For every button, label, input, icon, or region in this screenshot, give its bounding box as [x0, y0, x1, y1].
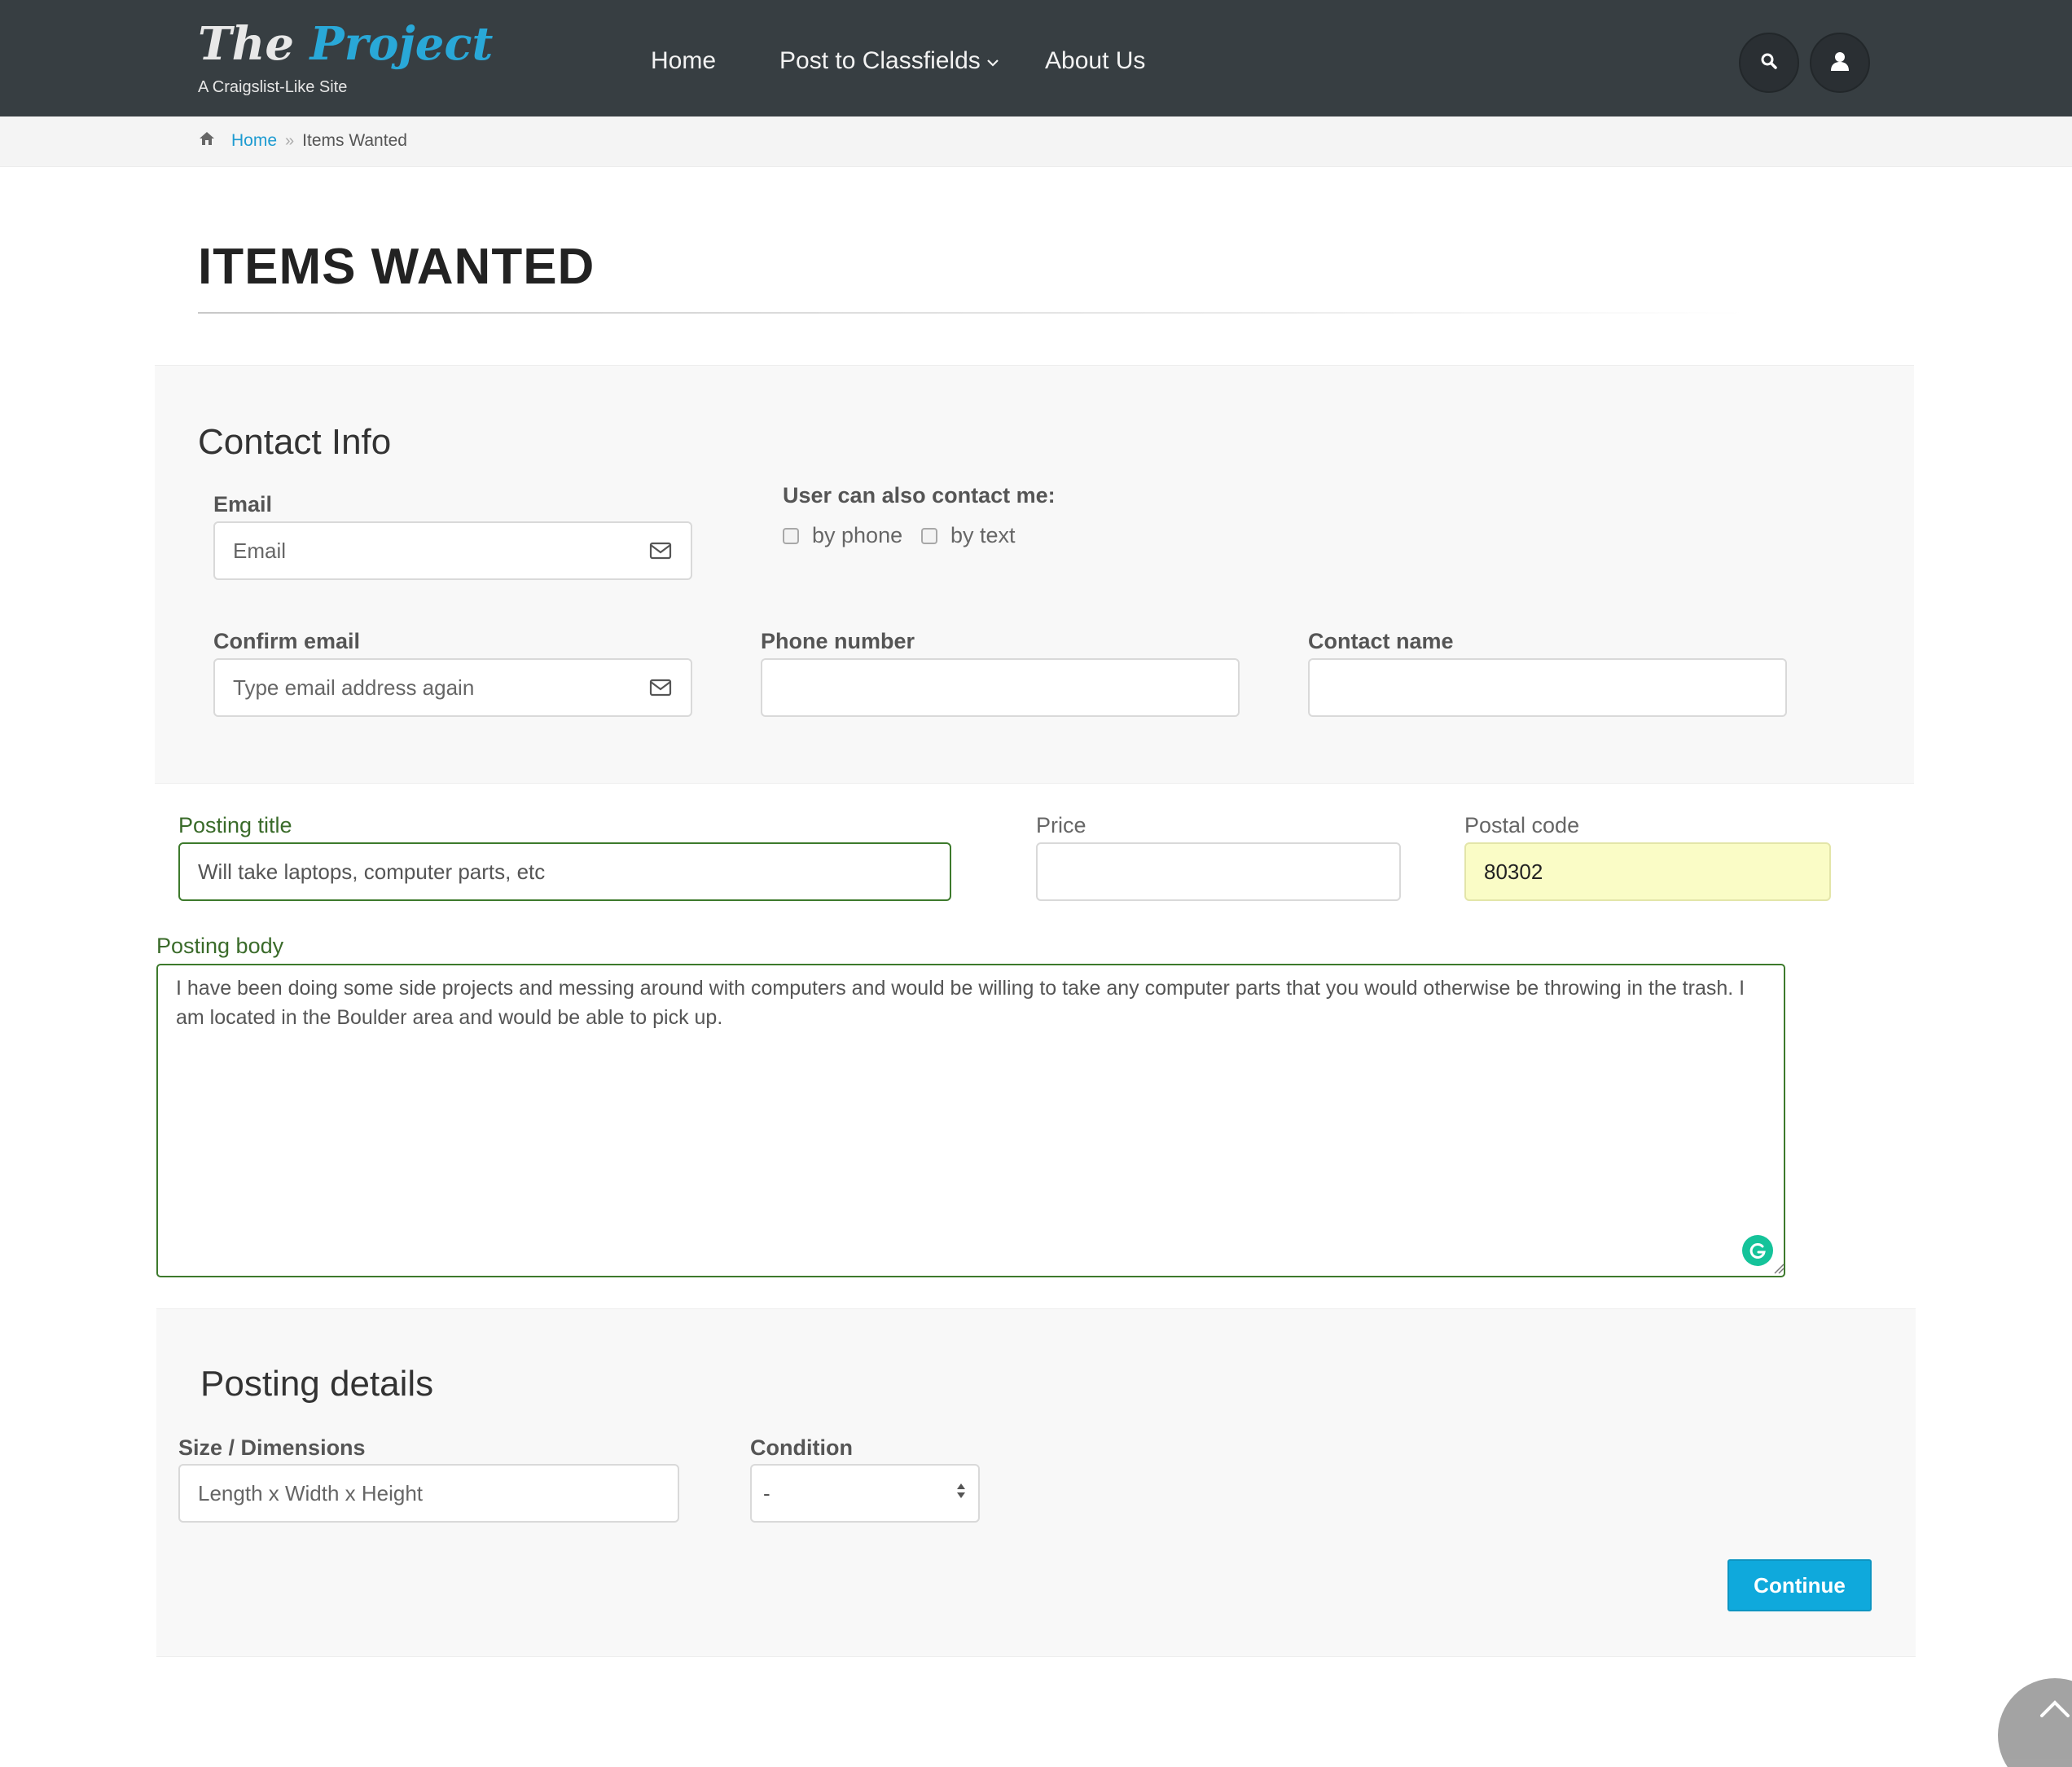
- by-phone-checkbox[interactable]: [783, 527, 799, 544]
- condition-label: Condition: [750, 1435, 853, 1460]
- site-logo[interactable]: The Project A Craigslist-Like Site: [198, 18, 493, 97]
- posting-title-field[interactable]: Will take laptops, computer parts, etc: [178, 842, 951, 901]
- price-label: Price: [1036, 813, 1086, 837]
- size-dimensions-field[interactable]: Length x Width x Height: [178, 1464, 679, 1523]
- breadcrumb-current: Items Wanted: [302, 131, 407, 150]
- logo-title: The Project: [198, 18, 493, 70]
- contact-info-title: Contact Info: [198, 422, 392, 462]
- chevron-down-icon: [987, 42, 999, 82]
- posting-title-label: Posting title: [178, 813, 292, 837]
- email-field[interactable]: Email: [213, 521, 692, 580]
- search-icon: [1760, 52, 1778, 74]
- user-button[interactable]: [1810, 33, 1870, 93]
- confirm-email-label: Confirm email: [213, 629, 361, 653]
- by-phone-label: by phone: [812, 523, 903, 547]
- contact-name-field[interactable]: [1308, 658, 1787, 717]
- title-divider: [198, 312, 1745, 314]
- condition-selected-value: -: [763, 1480, 770, 1505]
- envelope-icon: [648, 678, 673, 697]
- resize-handle-icon[interactable]: [1773, 1263, 1784, 1278]
- breadcrumb-separator-icon: »: [285, 132, 295, 150]
- by-text-label: by text: [950, 523, 1016, 547]
- site-tagline: A Craigslist-Like Site: [198, 78, 348, 96]
- nav-post-to-classfields[interactable]: Post to Classfields: [779, 41, 999, 82]
- breadcrumb: Home » Items Wanted: [0, 116, 2072, 167]
- page-title: ITEMS WANTED: [198, 239, 595, 295]
- nav-post-label: Post to Classfields: [779, 47, 981, 74]
- posting-title-value: Will take laptops, computer parts, etc: [198, 859, 546, 884]
- nav-home[interactable]: Home: [651, 41, 716, 81]
- envelope-icon: [648, 541, 673, 560]
- postal-code-value: 80302: [1484, 859, 1543, 884]
- posting-details-title: Posting details: [200, 1364, 434, 1404]
- condition-select[interactable]: -: [750, 1464, 980, 1523]
- nav-about-us[interactable]: About Us: [1045, 41, 1145, 81]
- phone-number-label: Phone number: [761, 629, 915, 653]
- user-icon: [1829, 51, 1850, 76]
- size-dimensions-placeholder: Length x Width x Height: [198, 1480, 424, 1505]
- chevron-up-icon: [2039, 1699, 2071, 1767]
- logo-the: The: [198, 17, 295, 71]
- posting-body-textarea[interactable]: I have been doing some side projects and…: [156, 964, 1785, 1277]
- grammarly-icon[interactable]: [1742, 1235, 1773, 1266]
- continue-button[interactable]: Continue: [1727, 1559, 1872, 1611]
- postal-code-field[interactable]: 80302: [1464, 842, 1831, 901]
- home-icon: [199, 128, 215, 154]
- logo-project: Project: [309, 17, 494, 71]
- email-label: Email: [213, 492, 273, 516]
- scroll-to-top-button[interactable]: [1998, 1678, 2072, 1767]
- select-arrows-icon: [955, 1481, 967, 1506]
- email-placeholder: Email: [233, 538, 287, 563]
- top-navbar: The Project A Craigslist-Like Site Home …: [0, 0, 2072, 116]
- also-contact-label: User can also contact me:: [783, 483, 1056, 508]
- confirm-email-placeholder: Type email address again: [233, 675, 475, 700]
- breadcrumb-home-link[interactable]: Home: [231, 128, 277, 154]
- posting-body-text: I have been doing some side projects and…: [176, 977, 1745, 1029]
- price-field[interactable]: [1036, 842, 1401, 901]
- by-phone-option[interactable]: by phone: [783, 523, 902, 548]
- postal-code-label: Postal code: [1464, 813, 1580, 837]
- search-button[interactable]: [1739, 33, 1799, 93]
- by-text-option[interactable]: by text: [921, 523, 1016, 548]
- posting-body-label: Posting body: [156, 934, 284, 958]
- confirm-email-field[interactable]: Type email address again: [213, 658, 692, 717]
- contact-name-label: Contact name: [1308, 629, 1454, 653]
- size-dimensions-label: Size / Dimensions: [178, 1435, 366, 1460]
- phone-number-field[interactable]: [761, 658, 1240, 717]
- by-text-checkbox[interactable]: [921, 527, 937, 544]
